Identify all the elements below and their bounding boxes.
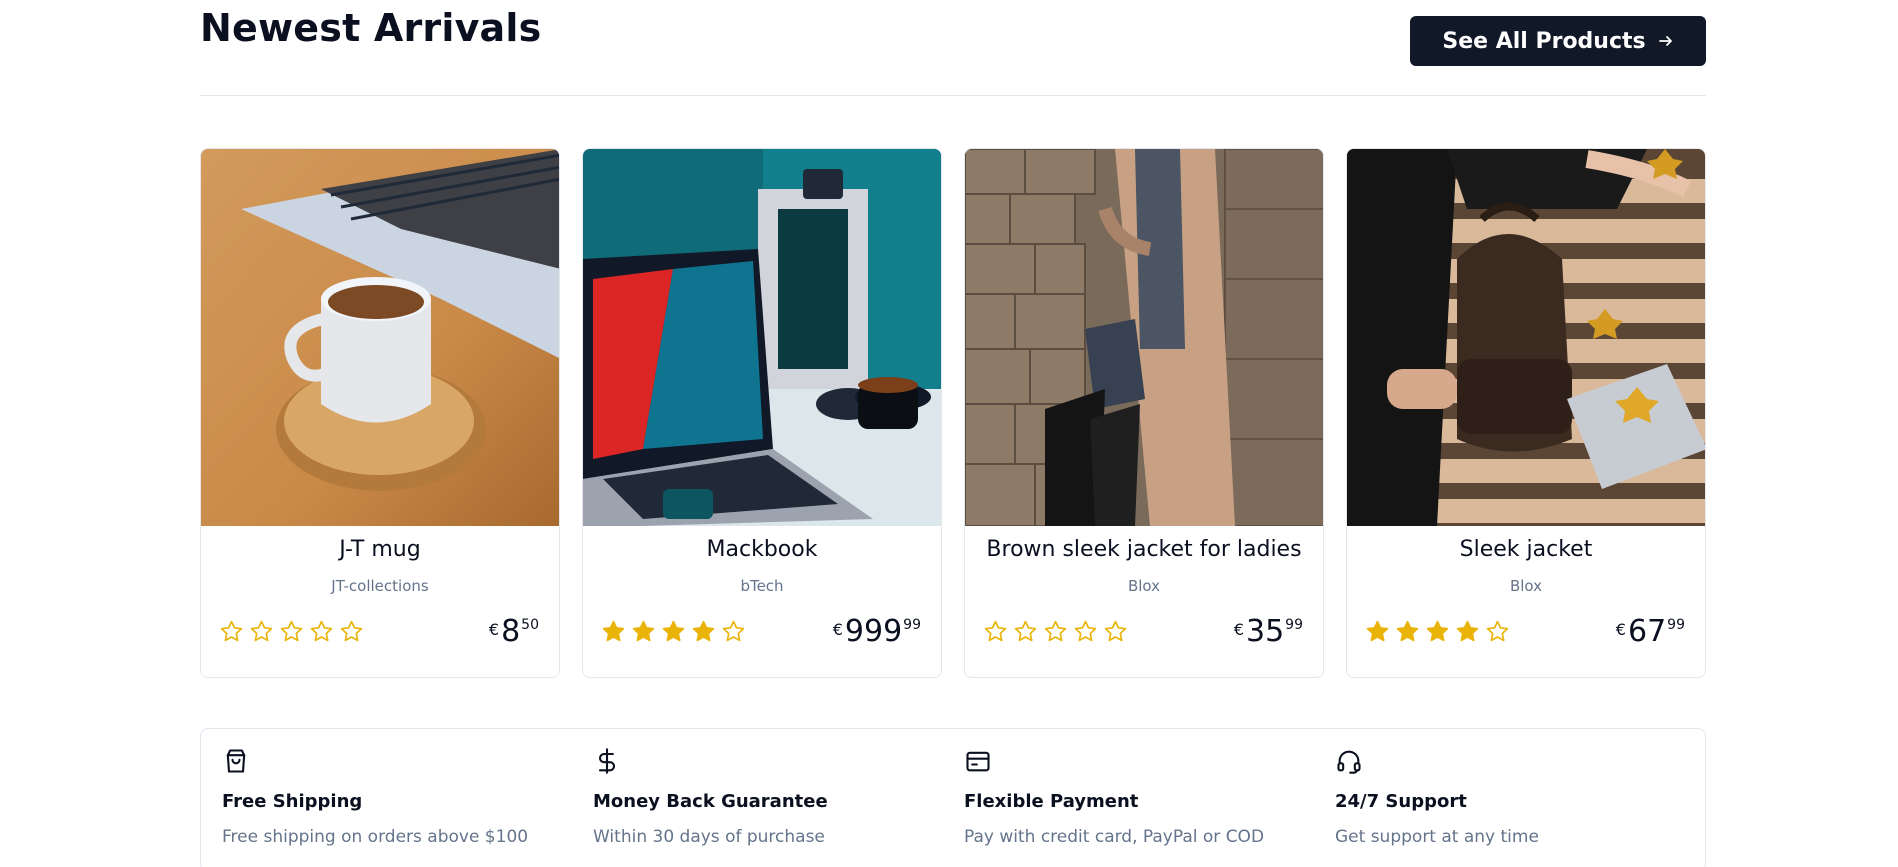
- feature-free-shipping: Free Shipping Free shipping on orders ab…: [222, 729, 593, 867]
- feature-description: Free shipping on orders above $100: [222, 827, 529, 847]
- star-filled-icon: [1366, 620, 1389, 642]
- product-card[interactable]: J-T mug JT-collections € 8 50: [200, 148, 560, 678]
- feature-title: Free Shipping: [222, 791, 363, 812]
- star-filled-icon: [1426, 620, 1449, 642]
- see-all-products-label: See All Products: [1442, 28, 1646, 54]
- dollar-icon: [598, 748, 616, 774]
- price-cents: 99: [1667, 617, 1685, 633]
- star-filled-icon: [1456, 620, 1479, 642]
- star-filled-icon: [662, 620, 685, 642]
- star-empty-icon: [280, 620, 303, 642]
- product-price: € 8 50: [489, 617, 539, 647]
- product-card[interactable]: Brown sleek jacket for ladies Blox € 35 …: [964, 148, 1324, 678]
- star-filled-icon: [632, 620, 655, 642]
- coffee-mug-image: [201, 149, 559, 526]
- headset-icon: [1337, 750, 1361, 774]
- product-card[interactable]: Mackbook bTech € 999 99: [582, 148, 942, 678]
- feature-description: Get support at any time: [1335, 827, 1539, 847]
- wallet-icon: [966, 751, 990, 772]
- price-main: 67: [1627, 614, 1667, 649]
- price-main: 35: [1245, 614, 1285, 649]
- features-bar: Free Shipping Free shipping on orders ab…: [200, 728, 1706, 867]
- rating-stars: [219, 619, 364, 644]
- star-empty-icon: [250, 620, 273, 642]
- section-header: Newest Arrivals See All Products: [200, 0, 1706, 96]
- product-name[interactable]: Brown sleek jacket for ladies: [965, 537, 1323, 562]
- star-empty-icon: [340, 620, 363, 642]
- feature-money-back: Money Back Guarantee Within 30 days of p…: [593, 729, 964, 867]
- star-empty-icon: [1014, 620, 1037, 642]
- star-filled-icon: [692, 620, 715, 642]
- feature-title: 24/7 Support: [1335, 791, 1467, 812]
- product-name[interactable]: Mackbook: [583, 537, 941, 562]
- product-image-coat[interactable]: [965, 149, 1323, 526]
- product-brand: bTech: [740, 577, 784, 595]
- product-image-mug[interactable]: [201, 149, 559, 526]
- rating-stars: [601, 619, 746, 644]
- see-all-products-button[interactable]: See All Products: [1410, 16, 1706, 66]
- product-brand: JT-collections: [331, 577, 429, 595]
- product-brand: Blox: [1509, 577, 1543, 595]
- rating-stars: [1365, 619, 1510, 644]
- product-name[interactable]: Sleek jacket: [1347, 537, 1705, 562]
- product-price: € 35 99: [1234, 617, 1303, 647]
- star-empty-icon: [984, 620, 1007, 642]
- rating-stars: [983, 619, 1128, 644]
- price-cents: 99: [1285, 617, 1303, 633]
- feature-title: Flexible Payment: [964, 791, 1139, 812]
- feature-flexible-payment: Flexible Payment Pay with credit card, P…: [964, 729, 1335, 867]
- product-brand: Blox: [1127, 577, 1161, 595]
- star-empty-icon: [310, 620, 333, 642]
- product-price: € 67 99: [1616, 617, 1685, 647]
- product-price: € 999 99: [833, 617, 921, 647]
- feature-title: Money Back Guarantee: [593, 791, 828, 812]
- feature-description: Within 30 days of purchase: [593, 827, 825, 847]
- product-card[interactable]: Sleek jacket Blox € 67 99: [1346, 148, 1706, 678]
- star-empty-icon: [1074, 620, 1097, 642]
- price-currency: €: [488, 620, 500, 639]
- star-filled-icon: [1396, 620, 1419, 642]
- star-empty-icon: [1044, 620, 1067, 642]
- price-cents: 50: [521, 617, 539, 633]
- price-main: 8: [501, 614, 521, 649]
- product-name[interactable]: J-T mug: [201, 537, 559, 562]
- product-image-laptop[interactable]: [583, 149, 941, 526]
- price-cents: 99: [903, 617, 921, 633]
- price-main: 999: [844, 614, 903, 649]
- star-empty-icon: [1104, 620, 1127, 642]
- arrow-right-icon: [1658, 36, 1672, 46]
- price-currency: €: [832, 620, 843, 639]
- product-grid: J-T mug JT-collections € 8 50 Mackbook b…: [200, 148, 1706, 678]
- price-currency: €: [1233, 620, 1244, 639]
- star-filled-icon: [602, 620, 625, 642]
- star-empty-icon: [220, 620, 243, 642]
- laptop-image: [583, 149, 941, 526]
- feature-description: Pay with credit card, PayPal or COD: [964, 827, 1265, 847]
- product-image-backpack[interactable]: [1347, 149, 1705, 526]
- page-title: Newest Arrivals: [200, 6, 542, 50]
- star-empty-icon: [1486, 620, 1509, 642]
- backpack-image: [1347, 149, 1705, 526]
- price-currency: €: [1615, 620, 1626, 639]
- feature-support: 24/7 Support Get support at any time: [1335, 729, 1706, 867]
- brown-coat-image: [965, 149, 1323, 526]
- star-empty-icon: [722, 620, 745, 642]
- shopping-bag-icon: [226, 749, 246, 773]
